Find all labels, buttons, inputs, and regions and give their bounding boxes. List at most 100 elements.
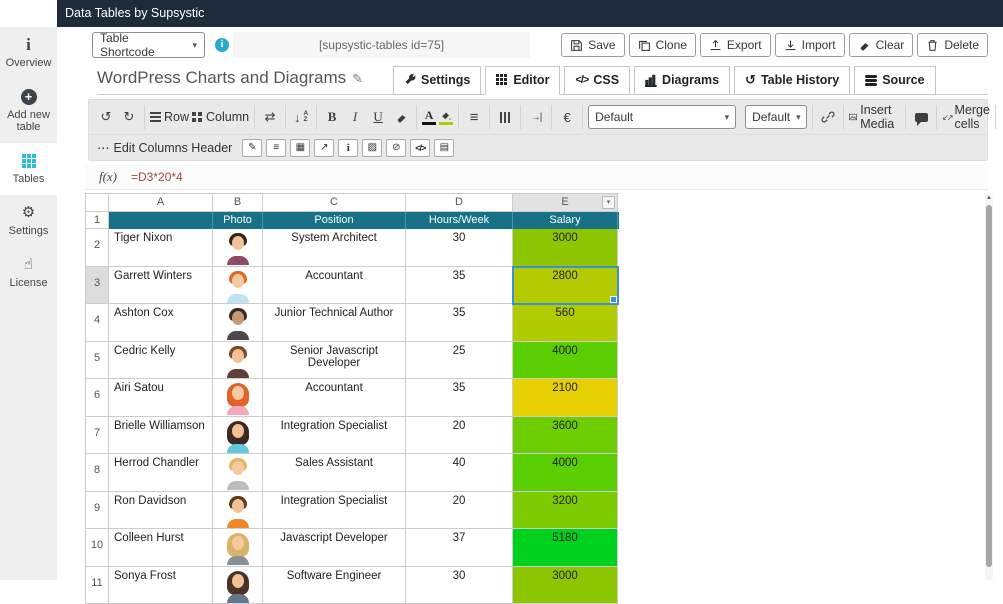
cell-name[interactable]: Colleen Hurst: [109, 529, 213, 567]
shortcode-value[interactable]: [supsystic-tables id=75]: [233, 32, 530, 58]
header-cell-salary[interactable]: Salary: [513, 212, 618, 229]
header-cell-position[interactable]: Position: [263, 212, 406, 229]
cell-hours[interactable]: 37: [406, 529, 513, 567]
sort-icon[interactable]: ↓ AZ: [291, 106, 311, 128]
cell-hours[interactable]: 35: [406, 304, 513, 342]
cell-name[interactable]: Sonya Frost: [109, 567, 213, 604]
export-button[interactable]: Export: [700, 33, 771, 57]
row-number[interactable]: 3: [86, 267, 109, 305]
cell-hours[interactable]: 35: [406, 267, 513, 305]
disable-button[interactable]: ⊘: [386, 139, 406, 157]
cell-name[interactable]: Tiger Nixon: [109, 229, 213, 267]
cell-salary[interactable]: 560: [513, 304, 618, 342]
cell-salary[interactable]: 2100: [513, 379, 618, 417]
delete-button[interactable]: Delete: [917, 33, 988, 57]
font-family-select[interactable]: Default ▾: [588, 105, 736, 129]
cell-hours[interactable]: 20: [406, 492, 513, 530]
currency-icon[interactable]: €: [557, 106, 577, 128]
edit-cell-button[interactable]: ✎: [242, 139, 262, 157]
row-number[interactable]: 4: [86, 304, 109, 342]
cell-position[interactable]: Software Engineer: [263, 567, 406, 604]
cell-name[interactable]: Brielle Williamson: [109, 417, 213, 455]
image-cell-button[interactable]: ▨: [362, 139, 382, 157]
row-number[interactable]: 6: [86, 379, 109, 417]
row-number[interactable]: 8: [86, 454, 109, 492]
sidebar-item-add-new-table[interactable]: + Add new table: [0, 79, 57, 143]
column-header-e[interactable]: E▾: [513, 194, 618, 212]
corner-cell[interactable]: [86, 194, 109, 212]
calendar-button[interactable]: ▦: [290, 139, 310, 157]
row-number[interactable]: 10: [86, 529, 109, 567]
cell-salary[interactable]: 3600: [513, 417, 618, 455]
fill-color-button[interactable]: [439, 110, 453, 125]
font-size-select[interactable]: Default ▾: [745, 105, 807, 129]
cell-position[interactable]: Integration Specialist: [263, 492, 406, 530]
column-header-b[interactable]: B: [213, 194, 263, 212]
cell-photo[interactable]: [213, 417, 263, 455]
header-cell-hours[interactable]: Hours/Week: [406, 212, 513, 229]
cell-hours[interactable]: 40: [406, 454, 513, 492]
column-button[interactable]: Column: [192, 106, 249, 128]
row-number[interactable]: 9: [86, 492, 109, 530]
cell-hours[interactable]: 30: [406, 229, 513, 267]
cell-photo[interactable]: [213, 454, 263, 492]
header-cell-photo[interactable]: Photo: [213, 212, 263, 229]
redo-icon[interactable]: ↻: [119, 106, 139, 128]
insert-media-button[interactable]: Insert Media: [849, 106, 900, 128]
info-cell-button[interactable]: i: [338, 139, 358, 157]
tab-diagrams[interactable]: Diagrams: [634, 66, 730, 95]
undo-icon[interactable]: ↺: [96, 106, 116, 128]
format-eraser-icon[interactable]: [391, 106, 411, 128]
clone-button[interactable]: Clone: [629, 33, 696, 57]
tab-table-history[interactable]: ↺ Table History: [734, 66, 850, 95]
sidebar-item-tables[interactable]: Tables: [0, 143, 57, 195]
cell-salary[interactable]: 5180: [513, 529, 618, 567]
scroll-up-arrow[interactable]: ▲: [985, 194, 993, 202]
align-icon[interactable]: ≡: [464, 106, 484, 128]
cell-hours[interactable]: 25: [406, 342, 513, 380]
sidebar-item-license[interactable]: ☝ License: [0, 247, 57, 299]
cell-position[interactable]: Integration Specialist: [263, 417, 406, 455]
cell-photo[interactable]: [213, 267, 263, 305]
clear-button[interactable]: Clear: [849, 33, 914, 57]
cell-hours[interactable]: 20: [406, 417, 513, 455]
formula-input[interactable]: =D3*20*4: [131, 164, 988, 189]
cell-salary[interactable]: 3000: [513, 229, 618, 267]
cell-photo[interactable]: [213, 529, 263, 567]
indent-icon[interactable]: →|: [526, 106, 546, 128]
cell-photo[interactable]: [213, 342, 263, 380]
comment-icon[interactable]: [911, 106, 931, 128]
cell-salary[interactable]: 3000: [513, 567, 618, 604]
import-button[interactable]: Import: [775, 33, 845, 57]
tab-editor[interactable]: Editor: [485, 66, 560, 95]
cell-position[interactable]: Senior Javascript Developer: [263, 342, 406, 380]
cell-name[interactable]: Garrett Winters: [109, 267, 213, 305]
row-button[interactable]: Row: [150, 106, 189, 128]
cell-name[interactable]: Ashton Cox: [109, 304, 213, 342]
edit-columns-header-button[interactable]: ⋯ Edit Columns Header: [97, 140, 232, 155]
sidebar-item-settings[interactable]: ⚙ Settings: [0, 195, 57, 247]
cell-hours[interactable]: 30: [406, 567, 513, 604]
column-header-c[interactable]: C: [263, 194, 406, 212]
cell-position[interactable]: Accountant: [263, 267, 406, 305]
row-number[interactable]: 11: [86, 567, 109, 604]
vertical-scrollbar[interactable]: ▲: [985, 193, 993, 580]
italic-icon[interactable]: I: [345, 106, 365, 128]
cell-salary[interactable]: 4000: [513, 342, 618, 380]
bold-icon[interactable]: B: [322, 106, 342, 128]
row-number[interactable]: 7: [86, 417, 109, 455]
cell-position[interactable]: System Architect: [263, 229, 406, 267]
cell-name[interactable]: Cedric Kelly: [109, 342, 213, 380]
row-number[interactable]: 2: [86, 229, 109, 267]
cell-hours[interactable]: 35: [406, 379, 513, 417]
sidebar-item-overview[interactable]: i Overview: [0, 27, 57, 79]
cell-position[interactable]: Junior Technical Author: [263, 304, 406, 342]
column-header-a[interactable]: A: [109, 194, 213, 212]
cell-photo[interactable]: [213, 304, 263, 342]
header-cell-empty[interactable]: [109, 212, 213, 229]
link-icon[interactable]: [818, 106, 838, 128]
underline-icon[interactable]: U: [368, 106, 388, 128]
cell-photo[interactable]: [213, 567, 263, 604]
scrollbar-thumb[interactable]: [986, 205, 992, 567]
swap-columns-icon[interactable]: ⇄: [260, 106, 280, 128]
